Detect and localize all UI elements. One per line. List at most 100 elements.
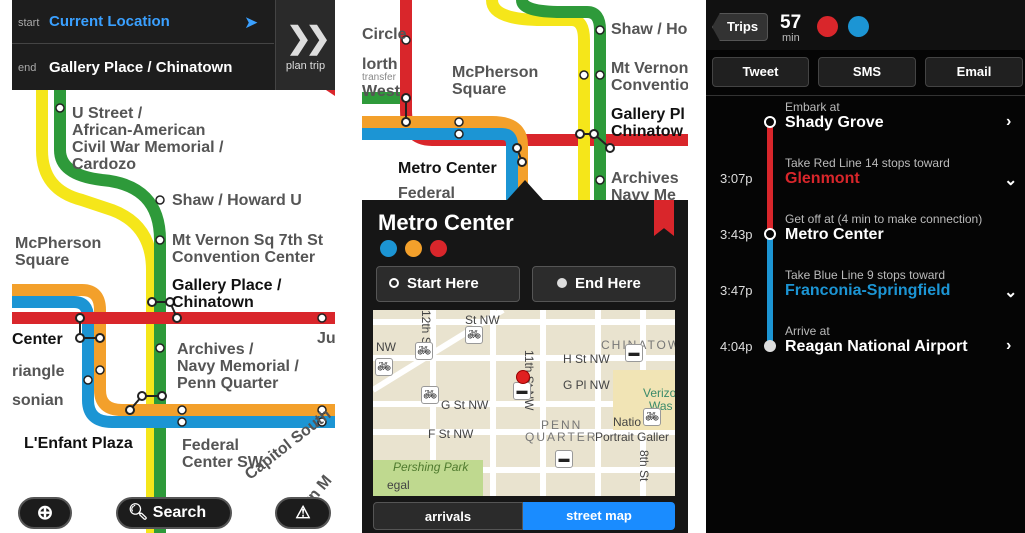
step-time: 3:07p <box>720 171 753 186</box>
trip-duration-unit: min <box>782 32 800 44</box>
arrive-station[interactable]: Reagan National Airport <box>785 338 968 356</box>
map-screen-panel: U Street / African-American Civil War Memo… <box>12 0 335 533</box>
orange-line-dot <box>405 240 422 257</box>
station-label-gallery-place[interactable]: Gallery Place / Chinatown <box>172 277 281 311</box>
warning-icon: ⚠ <box>295 503 311 522</box>
metro-station-marker-icon[interactable]: ▬ <box>513 382 531 400</box>
red-line-segment <box>767 124 773 232</box>
station-label-ju[interactable]: Ju <box>317 330 335 347</box>
start-label: start <box>18 17 40 29</box>
end-field[interactable]: end Gallery Place / Chinatown <box>12 45 274 89</box>
embark-node <box>764 116 776 128</box>
red-line-indicator <box>817 16 838 37</box>
arrive-node <box>764 340 776 352</box>
location-arrow-icon[interactable]: ➤ <box>244 13 258 33</box>
hollow-circle-icon <box>389 278 399 288</box>
station-label-mt-vernon[interactable]: Mt Vernon Sq 7th St Convention Center <box>172 232 323 266</box>
trip-duration-value: 57 <box>780 12 802 33</box>
end-label: end <box>18 62 37 74</box>
blue-line-caption: Take Blue Line 9 stops toward <box>785 268 946 282</box>
station-detail-panel: Circle lorth transfer West McPherson Squa… <box>362 0 688 533</box>
line-color-dots <box>380 240 447 257</box>
filled-circle-icon <box>557 278 567 288</box>
station-label-u-street[interactable]: U Street / African-American Civil War Memo… <box>72 105 223 173</box>
bikeshare-icon[interactable]: 🚲︎ <box>643 408 661 426</box>
start-here-label: Start Here <box>407 275 479 292</box>
blue-line-indicator <box>848 16 869 37</box>
start-here-button[interactable]: Start Here <box>376 266 520 302</box>
blue-line-destination[interactable]: Franconia-Springfield <box>785 282 950 300</box>
blue-line-dot <box>380 240 397 257</box>
bikeshare-icon[interactable]: 🚲︎ <box>421 386 439 404</box>
station-label-triangle[interactable]: riangle <box>12 363 64 380</box>
map-label-portrait: Portrait Galler <box>595 430 670 444</box>
station-label-mcpherson[interactable]: McPherson Square <box>15 235 101 269</box>
transfer-node <box>764 228 776 240</box>
map-label-natio: Natio <box>613 415 642 429</box>
arrive-caption: Arrive at <box>785 324 830 338</box>
chevron-down-icon[interactable]: ⌄ <box>1004 282 1017 302</box>
map-pin-icon[interactable] <box>516 370 530 384</box>
red-line-destination[interactable]: Glenmont <box>785 170 860 188</box>
bikeshare-icon[interactable]: 🚲︎ <box>375 358 393 376</box>
bookmark-icon[interactable] <box>654 200 674 236</box>
embark-caption: Embark at <box>785 100 840 114</box>
chevron-right-icon[interactable]: › <box>1006 113 1011 131</box>
tab-street-map[interactable]: street map <box>523 502 675 530</box>
sms-button[interactable]: SMS <box>818 57 916 87</box>
map-label-f-st: F St NW <box>428 427 474 441</box>
street-map[interactable]: St NW NW CHINATOWN H St NW G Pl NW G St … <box>373 310 675 496</box>
tweet-button[interactable]: Tweet <box>712 57 809 87</box>
plan-trip-label: plan trip <box>285 60 326 72</box>
station-label-sonian[interactable]: sonian <box>12 392 64 409</box>
transfer-caption: Get off at (4 min to make connection) <box>785 212 983 226</box>
map-label-pershing-park: Pershing Park <box>393 460 469 474</box>
search-button[interactable]: 🔍︎ Search <box>116 497 232 529</box>
map-label-h-st: H St NW <box>563 352 610 366</box>
popup-title: Metro Center <box>378 210 514 235</box>
search-icon: 🔍︎ <box>128 504 149 521</box>
transfer-station[interactable]: Metro Center <box>785 226 884 244</box>
station-label-archives[interactable]: Archives / Navy Memorial / Penn Quarter <box>177 341 299 392</box>
red-line-dot <box>430 240 447 257</box>
trips-back-button[interactable]: Trips <box>712 13 768 41</box>
chevron-down-icon[interactable]: ⌄ <box>1004 170 1017 190</box>
map-label-8th: 8th St <box>637 450 651 482</box>
metro-station-marker-icon[interactable]: ▬ <box>625 344 643 362</box>
search-label: Search <box>152 504 207 521</box>
map-label-g-st: G St NW <box>441 398 489 412</box>
locate-button[interactable]: ⊕ <box>18 497 72 529</box>
crosshair-icon: ⊕ <box>36 502 54 524</box>
station-label-shaw[interactable]: Shaw / Howard U <box>172 192 302 209</box>
step-time: 4:04p <box>720 339 753 354</box>
double-chevron-right-icon: ❯❯ <box>286 22 330 55</box>
map-label-nw: NW <box>376 340 396 354</box>
bikeshare-icon[interactable]: 🚲︎ <box>415 342 433 360</box>
end-here-label: End Here <box>575 275 641 292</box>
bikeshare-icon[interactable]: 🚲︎ <box>465 326 483 344</box>
popup-pointer <box>507 180 543 200</box>
map-label-st-nw: St NW <box>465 313 500 327</box>
red-line-caption: Take Red Line 14 stops toward <box>785 156 950 170</box>
map-label-verizon: Verizo <box>643 386 675 400</box>
map-label-eagle: egal <box>387 478 410 492</box>
trip-itinerary-panel: Trips 57 min Tweet SMS Email Embark at S… <box>706 0 1025 533</box>
metro-station-marker-icon[interactable]: ▬ <box>555 450 573 468</box>
blue-line-segment <box>767 236 773 344</box>
map-label-g-pl: G Pl NW <box>563 378 610 392</box>
start-value[interactable]: Current Location <box>49 13 170 30</box>
station-label-center[interactable]: Center <box>12 331 63 348</box>
divider <box>706 95 1025 96</box>
tab-arrivals[interactable]: arrivals <box>373 502 523 530</box>
email-button[interactable]: Email <box>925 57 1023 87</box>
embark-station[interactable]: Shady Grove <box>785 114 884 132</box>
start-field[interactable]: start Current Location ➤ <box>12 0 274 44</box>
trip-planner-header: start Current Location ➤ end Gallery Pla… <box>12 0 335 96</box>
alert-button[interactable]: ⚠ <box>275 497 331 529</box>
map-label-quarter: QUARTER <box>525 430 598 444</box>
station-label-lenfant[interactable]: L'Enfant Plaza <box>24 435 133 452</box>
chevron-right-icon[interactable]: › <box>1006 337 1011 355</box>
plan-trip-button[interactable]: ❯❯ plan trip <box>275 0 335 90</box>
end-value[interactable]: Gallery Place / Chinatown <box>49 59 232 76</box>
end-here-button[interactable]: End Here <box>532 266 676 302</box>
